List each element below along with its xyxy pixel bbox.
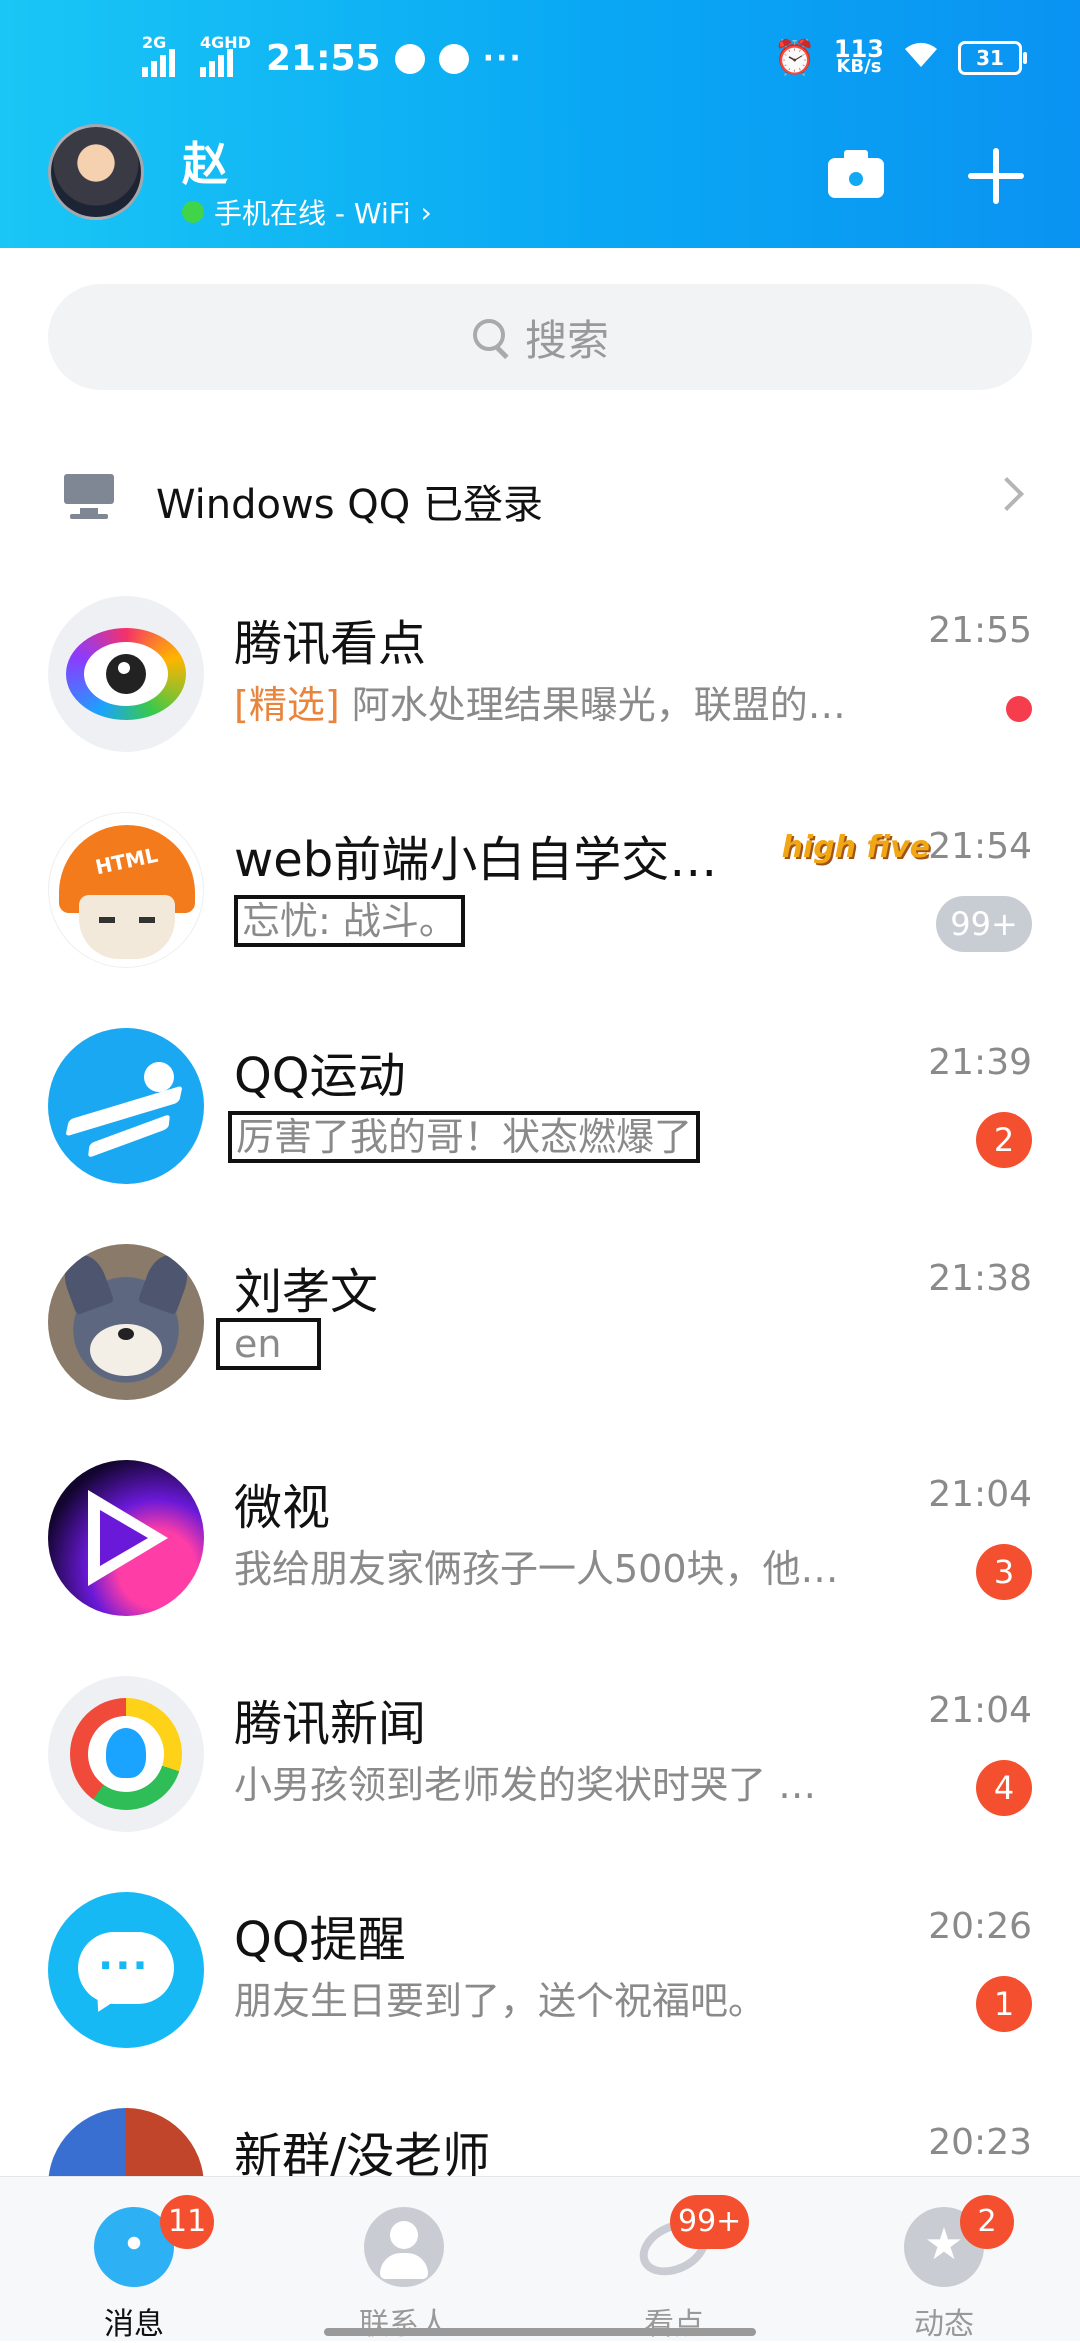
unread-dot [1006, 696, 1032, 722]
conversation-item-web-group[interactable]: HTML web前端小白自学交… high five 21:54 忘忧: 战斗。… [0, 790, 1080, 1006]
conversation-item-qq-reminder[interactable]: ··· QQ提醒 20:26 朋友生日要到了，送个祝福吧。 1 [0, 1870, 1080, 2086]
battery-icon: 31 [958, 41, 1027, 75]
signal-sim1-icon: 2G [142, 34, 186, 77]
status-bar: 2G 4GHD 21:55 ··· ⏰ 113 KB/s 31 [0, 30, 1080, 90]
conversation-name: 腾讯看点 [234, 616, 427, 672]
online-dot-icon [182, 201, 204, 223]
conversation-name: 刘孝文 [234, 1264, 379, 1320]
bottom-tab-bar: 11 消息 联系人 99+ 看点 2 动态 [0, 2176, 1080, 2342]
high-five-sticker: high five [781, 830, 930, 865]
conversation-preview: 小男孩领到老师发的奖状时哭了 … [234, 1763, 817, 1807]
tab-label: 联系人 [359, 2307, 449, 2342]
conversation-name: 微视 [234, 1480, 331, 1536]
tencent-news-icon [48, 1676, 204, 1832]
add-plus-button[interactable] [956, 136, 1036, 216]
conversation-preview: 忘忧: 战斗。 [234, 890, 465, 947]
computer-icon [64, 474, 114, 519]
conversation-name: QQ运动 [234, 1048, 406, 1104]
conversation-name: web前端小白自学交… [234, 832, 718, 888]
status-time: 21:55 [266, 38, 381, 79]
conversation-item-weishi[interactable]: 微视 21:04 我给朋友家俩孩子一人500块，他… 3 [0, 1438, 1080, 1654]
weishi-play-icon [48, 1460, 204, 1616]
tom-cat-avatar [48, 1244, 204, 1400]
tab-badge: 2 [960, 2195, 1014, 2249]
conversation-time: 20:23 [928, 2122, 1032, 2163]
online-status[interactable]: 手机在线 - WiFi › [182, 192, 432, 232]
conversation-preview: 朋友生日要到了，送个祝福吧。 [234, 1979, 767, 2023]
tab-label: 动态 [914, 2307, 974, 2342]
notification-icon [394, 43, 425, 74]
conversation-time: 21:54 [928, 826, 1032, 867]
conversation-preview: en [216, 1318, 322, 1370]
tab-badge: 11 [160, 2195, 215, 2249]
conversation-time: 21:04 [928, 1690, 1032, 1731]
conversation-name: 腾讯新闻 [234, 1696, 427, 1752]
conversation-item-liuxiaowen[interactable]: 刘孝文 21:38 en [0, 1222, 1080, 1438]
conversation-item-tencent-news[interactable]: 腾讯新闻 21:04 小男孩领到老师发的奖状时哭了 … 4 [0, 1654, 1080, 1870]
conversation-time: 21:04 [928, 1474, 1032, 1515]
unread-badge: 2 [976, 1112, 1032, 1168]
conversation-time: 21:38 [928, 1258, 1032, 1299]
alarm-icon: ⏰ [773, 38, 816, 78]
windows-login-text: Windows QQ 已登录 [156, 482, 543, 528]
kandian-eye-icon [48, 596, 204, 752]
signal-sim2-icon: 4GHD [200, 34, 251, 77]
contacts-icon [364, 2207, 444, 2287]
featured-tag: [精选] [234, 683, 340, 727]
unread-badge: 99+ [936, 896, 1032, 952]
tab-label: 消息 [104, 2307, 164, 2342]
search-placeholder: 搜索 [524, 315, 609, 365]
app-header: 2G 4GHD 21:55 ··· ⏰ 113 KB/s 31 赵 手机在线 -… [0, 0, 1080, 248]
wifi-icon [902, 38, 940, 78]
more-notifications-icon: ··· [482, 41, 523, 76]
tab-badge: 99+ [670, 2195, 750, 2249]
camera-button[interactable] [816, 136, 896, 216]
windows-login-row[interactable]: Windows QQ 已登录 [0, 446, 1080, 546]
conversation-preview: [精选] 阿水处理结果曝光，联盟的… [234, 683, 846, 727]
user-avatar[interactable] [48, 124, 144, 220]
unread-badge: 1 [976, 1976, 1032, 2032]
chevron-right-icon: › [420, 195, 432, 229]
unread-badge: 3 [976, 1544, 1032, 1600]
conversation-preview: 我给朋友家俩孩子一人500块，他… [234, 1547, 839, 1591]
search-bar[interactable]: 搜索 [48, 284, 1032, 390]
search-icon [471, 317, 511, 357]
user-name[interactable]: 赵 [182, 128, 228, 194]
conversation-item-kandian[interactable]: 腾讯看点 21:55 [精选] 阿水处理结果曝光，联盟的… [0, 574, 1080, 790]
conversation-preview: 厉害了我的哥！状态燃爆了 [228, 1106, 701, 1163]
chevron-right-icon [990, 477, 1024, 511]
conversation-name: QQ提醒 [234, 1912, 406, 1968]
conversation-item-qq-sport[interactable]: QQ运动 21:39 厉害了我的哥！状态燃爆了 2 [0, 1006, 1080, 1222]
conversation-time: 20:26 [928, 1906, 1032, 1947]
conversation-time: 21:39 [928, 1042, 1032, 1083]
tab-label: 看点 [644, 2307, 704, 2342]
home-indicator[interactable] [324, 2328, 756, 2336]
jovi-icon [438, 43, 469, 74]
conversation-time: 21:55 [928, 610, 1032, 651]
chat-bubble-icon: ··· [48, 1892, 204, 2048]
helmet-avatar: HTML [48, 812, 204, 968]
tab-messages[interactable]: 11 消息 [44, 2195, 224, 2342]
camera-icon [844, 167, 868, 191]
tab-kandian[interactable]: 99+ 看点 [584, 2195, 764, 2342]
tab-contacts[interactable]: 联系人 [314, 2199, 494, 2342]
tab-feed[interactable]: 2 动态 [854, 2195, 1034, 2342]
runner-icon [48, 1028, 204, 1184]
network-speed: 113 KB/s [833, 35, 884, 77]
unread-badge: 4 [976, 1760, 1032, 1816]
